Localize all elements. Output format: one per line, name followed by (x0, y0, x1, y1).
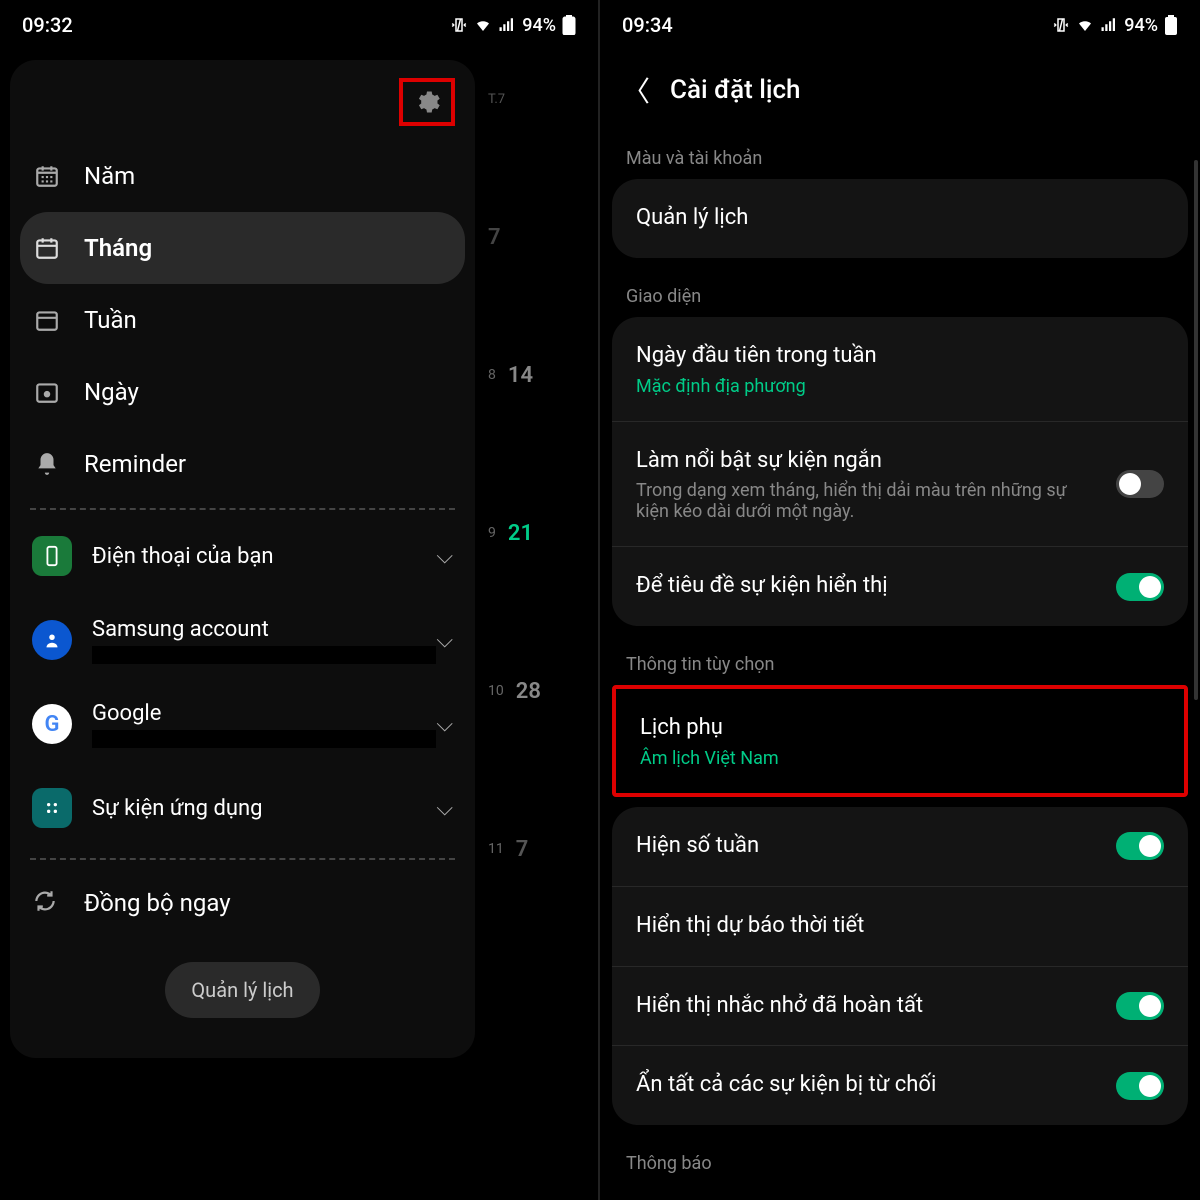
calendar-week-icon (32, 305, 62, 335)
wifi-icon (474, 16, 492, 34)
calendar-settings-screen: 09:34 94% 〈 Cài đặt lịch Màu và tài khoả… (600, 0, 1200, 1200)
calendar-drawer-screen: 09:32 94% T.7 7 814 921 1028 117 Năm (0, 0, 600, 1200)
account-samsung[interactable]: Samsung account ⌵ (10, 598, 475, 682)
setting-completed-reminders[interactable]: Hiển thị nhắc nhở đã hoàn tất (612, 967, 1188, 1047)
bell-icon (32, 449, 62, 479)
back-icon[interactable]: 〈 (622, 70, 650, 110)
toggle-show-titles[interactable] (1116, 573, 1164, 601)
signal-icon (1100, 16, 1118, 34)
calendar-background: T.7 7 814 921 1028 117 (478, 60, 588, 888)
account-samsung-redacted (92, 646, 436, 664)
battery-icon (1164, 15, 1178, 35)
setting-first-day[interactable]: Ngày đầu tiên trong tuần Mặc định địa ph… (612, 317, 1188, 422)
sync-now[interactable]: Đồng bộ ngay (10, 864, 475, 942)
samsung-icon (32, 620, 72, 660)
toggle-week-number[interactable] (1116, 832, 1164, 860)
account-apps-label: Sự kiện ứng dụng (92, 796, 436, 821)
account-phone[interactable]: Điện thoại của bạn ⌵ (10, 514, 475, 598)
section-color: Màu và tài khoản (600, 130, 1200, 179)
toggle-short-events[interactable] (1116, 470, 1164, 498)
setting-short-events[interactable]: Làm nổi bật sự kiện ngắn Trong dạng xem … (612, 422, 1188, 548)
settings-header: 〈 Cài đặt lịch (600, 50, 1200, 130)
view-reminder[interactable]: Reminder (10, 428, 475, 500)
account-apps[interactable]: Sự kiện ứng dụng ⌵ (10, 766, 475, 850)
setting-weather[interactable]: Hiển thị dự báo thời tiết (612, 887, 1188, 967)
alt-calendar-highlight: Lịch phụ Âm lịch Việt Nam (612, 685, 1188, 797)
apps-icon (32, 788, 72, 828)
manage-calendar-button[interactable]: Quản lý lịch (165, 962, 319, 1018)
chevron-down-icon: ⌵ (436, 796, 453, 821)
chevron-down-icon: ⌵ (436, 628, 453, 653)
view-month[interactable]: Tháng (20, 212, 465, 284)
phone-icon (32, 536, 72, 576)
divider (30, 508, 455, 510)
section-ui: Giao diện (600, 268, 1200, 317)
toggle-completed[interactable] (1116, 992, 1164, 1020)
account-google-label: Google (92, 701, 436, 726)
account-google[interactable]: G Google ⌵ (10, 682, 475, 766)
section-optional: Thông tin tùy chọn (600, 636, 1200, 685)
vibrate-icon (450, 16, 468, 34)
account-samsung-label: Samsung account (92, 617, 436, 642)
calendar-year-icon (32, 161, 62, 191)
divider (30, 858, 455, 860)
settings-title: Cài đặt lịch (670, 75, 800, 105)
status-bar: 09:34 94% (600, 0, 1200, 50)
status-icons: 94% (450, 15, 576, 36)
setting-show-titles[interactable]: Để tiêu đề sự kiện hiển thị (612, 547, 1188, 626)
view-year-label: Năm (84, 162, 135, 190)
toggle-declined[interactable] (1116, 1072, 1164, 1100)
wifi-icon (1076, 16, 1094, 34)
chevron-down-icon: ⌵ (436, 712, 453, 737)
view-day-label: Ngày (84, 378, 139, 406)
battery-icon (562, 15, 576, 35)
battery-percent: 94% (522, 15, 556, 36)
view-week[interactable]: Tuần (10, 284, 475, 356)
sync-now-label: Đồng bộ ngay (84, 889, 231, 917)
chevron-down-icon: ⌵ (436, 544, 453, 569)
view-month-label: Tháng (84, 234, 152, 262)
calendar-day-icon (32, 377, 62, 407)
signal-icon (498, 16, 516, 34)
status-bar: 09:32 94% (0, 0, 598, 50)
status-time: 09:34 (622, 13, 673, 37)
account-phone-label: Điện thoại của bạn (92, 544, 436, 569)
setting-week-number[interactable]: Hiện số tuần (612, 807, 1188, 887)
drawer-panel: Năm Tháng Tuần Ngày Reminder Điện thoại … (10, 60, 475, 1058)
setting-manage-calendar[interactable]: Quản lý lịch (612, 179, 1188, 258)
view-reminder-label: Reminder (84, 450, 186, 478)
section-notif: Thông báo (600, 1135, 1200, 1184)
sync-icon (32, 888, 62, 918)
view-week-label: Tuần (84, 306, 137, 334)
status-time: 09:32 (22, 13, 73, 37)
view-year[interactable]: Năm (10, 140, 475, 212)
calendar-month-icon (32, 233, 62, 263)
settings-highlight (399, 78, 455, 126)
gear-icon[interactable] (413, 88, 441, 116)
vibrate-icon (1052, 16, 1070, 34)
account-google-redacted (92, 730, 436, 748)
setting-alt-calendar[interactable]: Lịch phụ Âm lịch Việt Nam (616, 689, 1184, 793)
battery-percent: 94% (1124, 15, 1158, 36)
status-icons: 94% (1052, 15, 1178, 36)
google-icon: G (32, 704, 72, 744)
setting-hide-declined[interactable]: Ẩn tất cả các sự kiện bị từ chối (612, 1046, 1188, 1125)
view-day[interactable]: Ngày (10, 356, 475, 428)
scrollbar[interactable] (1194, 160, 1198, 700)
